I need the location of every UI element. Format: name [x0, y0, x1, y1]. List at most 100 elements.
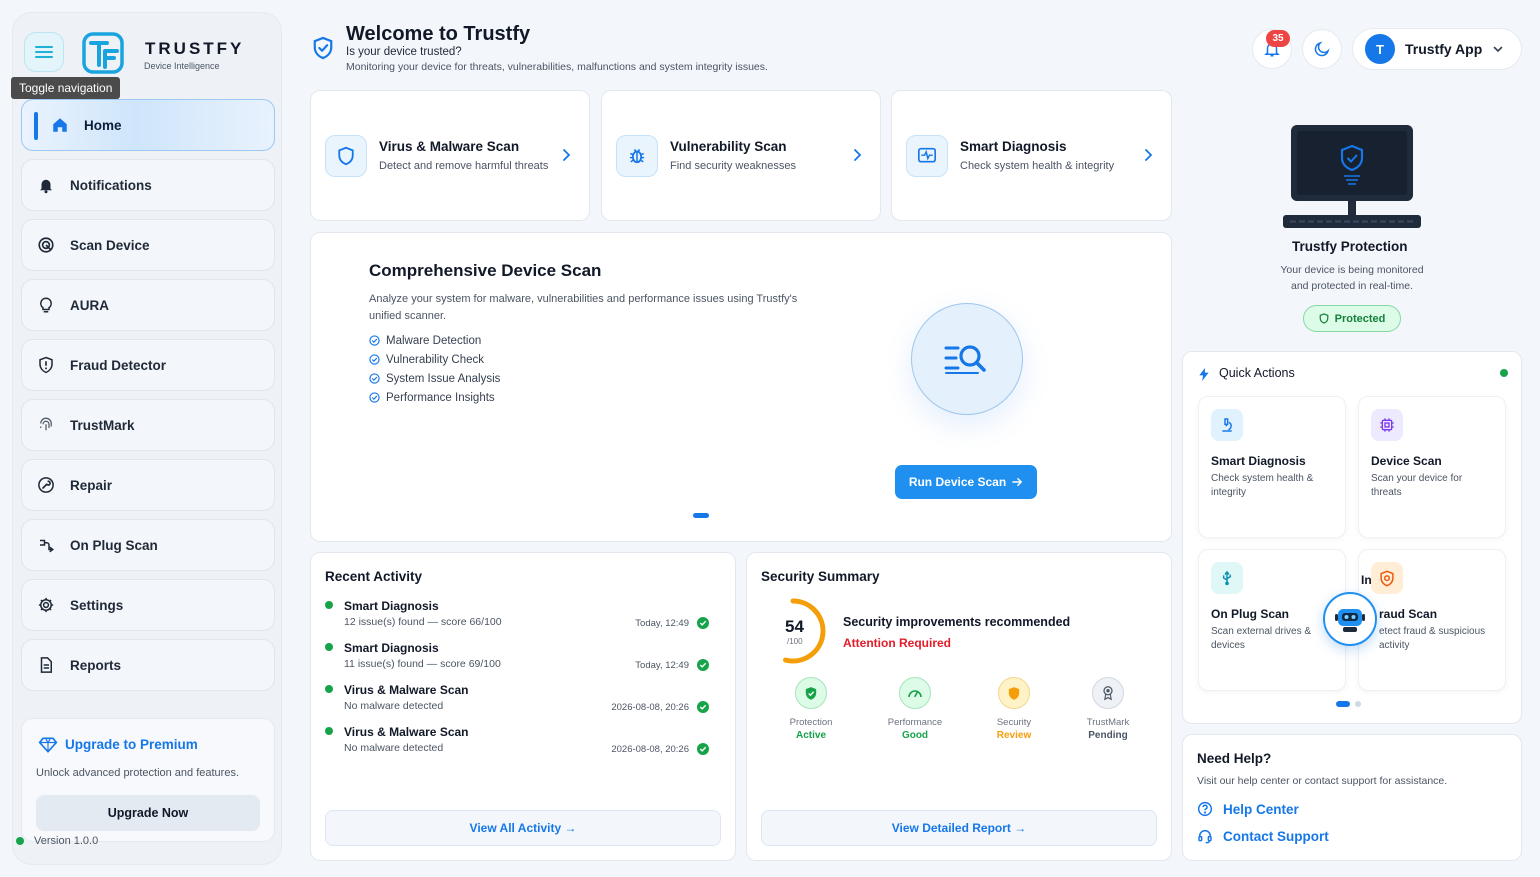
lightning-icon [1199, 368, 1209, 381]
check-circle-icon [369, 335, 380, 346]
shield-icon [998, 677, 1030, 709]
quick-actions-card: Quick Actions Smart Diagnosis Check syst… [1182, 351, 1522, 724]
recent-activity-card: Recent Activity Smart Diagnosis 12 issue… [310, 552, 736, 861]
run-device-scan-button[interactable]: Run Device Scan [895, 465, 1037, 499]
quick-actions-pager[interactable] [1336, 701, 1361, 707]
sidebar-item-fraud-detector[interactable]: Fraud Detector [21, 339, 275, 391]
vulnerability-scan-card[interactable]: Vulnerability Scan Find security weaknes… [601, 90, 881, 221]
sidebar-item-trustmark[interactable]: TrustMark [21, 399, 275, 451]
list-item[interactable]: Virus & Malware Scan No malware detected… [325, 723, 709, 759]
status-dot-icon [16, 837, 24, 845]
sidebar-item-scan-device[interactable]: Scan Device [21, 219, 275, 271]
toggle-navigation-button[interactable] [24, 32, 64, 72]
pager-dot-active[interactable] [1336, 701, 1350, 707]
view-all-activity-button[interactable]: View All Activity → [325, 810, 721, 846]
pulse-icon-wrap [906, 135, 948, 177]
list-item[interactable]: Smart Diagnosis 11 issue(s) found — scor… [325, 639, 709, 675]
list-item[interactable]: Virus & Malware Scan No malware detected… [325, 681, 709, 717]
comprehensive-desc: Analyze your system for malware, vulnera… [369, 293, 798, 322]
chip-icon [1371, 409, 1403, 441]
gear-icon [36, 595, 56, 615]
sidebar-item-on-plug-scan[interactable]: On Plug Scan [21, 519, 275, 571]
check-circle-icon [697, 659, 709, 671]
sidebar-item-aura[interactable]: AURA [21, 279, 275, 331]
sidebar-item-label: Scan Device [70, 237, 150, 253]
premium-card: Upgrade to Premium Unlock advanced prote… [21, 718, 275, 842]
sidebar-item-notifications[interactable]: Notifications [21, 159, 275, 211]
quick-action-desc: Scan external drives & devices [1211, 626, 1312, 651]
sidebar-item-repair[interactable]: Repair [21, 459, 275, 511]
theme-toggle-button[interactable] [1302, 29, 1342, 69]
help-center-link[interactable]: Help Center [1197, 801, 1299, 817]
metric-label: TrustMark [1086, 717, 1130, 728]
document-icon [36, 655, 56, 675]
metric-performance: Performance Good [875, 677, 955, 741]
assistant-bot-button[interactable] [1323, 592, 1377, 646]
contact-support-label: Contact Support [1223, 828, 1329, 844]
scan-title: Virus & Malware Scan [379, 139, 520, 154]
check-circle-icon [369, 354, 380, 365]
sidebar-item-label: TrustMark [70, 417, 135, 433]
hamburger-icon [35, 46, 53, 58]
scan-title: Vulnerability Scan [670, 139, 787, 154]
quick-action-fraud-scan[interactable]: Int raud Scan etect fraud & suspicious a… [1358, 549, 1506, 691]
help-title: Need Help? [1197, 751, 1272, 766]
view-detailed-report-button[interactable]: View Detailed Report → [761, 810, 1157, 846]
shield-icon [338, 146, 354, 166]
sidebar-item-label: On Plug Scan [70, 537, 158, 553]
diamond-icon [38, 737, 58, 753]
smart-diagnosis-card[interactable]: Smart Diagnosis Check system health & in… [891, 90, 1172, 221]
quick-action-title: Smart Diagnosis [1211, 454, 1306, 468]
scan-illustration [911, 303, 1023, 415]
sidebar-item-settings[interactable]: Settings [21, 579, 275, 631]
arrow-right-icon [1012, 478, 1023, 486]
comprehensive-scan-card: Comprehensive Device Scan Analyze your s… [310, 232, 1172, 542]
list-item: Performance Insights [369, 388, 500, 407]
check-circle-icon [369, 373, 380, 384]
scan-title: Smart Diagnosis [960, 139, 1067, 154]
security-summary-title: Security Summary [761, 569, 880, 584]
sidebar-item-reports[interactable]: Reports [21, 639, 275, 691]
quick-action-title: On Plug Scan [1211, 607, 1290, 621]
activity-desc: No malware detected [344, 700, 444, 712]
bug-icon-wrap [616, 135, 658, 177]
chevron-right-icon [563, 149, 571, 161]
quick-action-smart-diagnosis[interactable]: Smart Diagnosis Check system health & in… [1198, 396, 1346, 538]
user-name: Trustfy App [1405, 41, 1483, 57]
carousel-dot[interactable] [693, 513, 709, 518]
shield-icon-wrap [325, 135, 367, 177]
sidebar-item-label: Repair [70, 477, 113, 493]
feature-label: Performance Insights [386, 391, 495, 404]
target-icon [36, 235, 56, 255]
list-item: Malware Detection [369, 331, 500, 350]
quick-action-device-scan[interactable]: Device Scan Scan your device for threats [1358, 396, 1506, 538]
security-score-max: /100 [787, 637, 803, 646]
quick-action-desc: Check system health & integrity [1211, 473, 1314, 498]
activity-time: Today, 12:49 [635, 660, 689, 671]
bell-icon [36, 175, 56, 195]
list-item[interactable]: Smart Diagnosis 12 issue(s) found — scor… [325, 597, 709, 633]
pager-dot[interactable] [1355, 701, 1361, 707]
sidebar-item-home[interactable]: Home [21, 99, 275, 151]
feature-label: Malware Detection [386, 334, 482, 347]
virus-malware-scan-card[interactable]: Virus & Malware Scan Detect and remove h… [310, 90, 590, 221]
page-subtitle: Monitoring your device for threats, vuln… [346, 61, 768, 73]
attention-status: Attention Required [843, 636, 951, 650]
contact-support-link[interactable]: Contact Support [1197, 828, 1329, 844]
comprehensive-title: Comprehensive Device Scan [369, 261, 602, 280]
home-icon [50, 115, 70, 135]
page-title: Welcome to Trustfy [346, 23, 531, 45]
metric-value: Review [996, 730, 1032, 741]
status-dot-icon [325, 727, 333, 735]
shield-check-icon [313, 36, 333, 60]
protected-label: Protected [1334, 312, 1386, 325]
bulb-icon [36, 295, 56, 315]
metric-value: Good [901, 730, 929, 741]
scan-desc: Detect and remove harmful threats [379, 160, 549, 172]
user-menu-button[interactable]: T Trustfy App [1352, 28, 1522, 70]
wrench-icon [36, 475, 56, 495]
activity-title: Smart Diagnosis [344, 599, 439, 613]
check-circle-icon [697, 617, 709, 629]
fingerprint-icon [36, 415, 56, 435]
upgrade-now-button[interactable]: Upgrade Now [36, 795, 260, 831]
